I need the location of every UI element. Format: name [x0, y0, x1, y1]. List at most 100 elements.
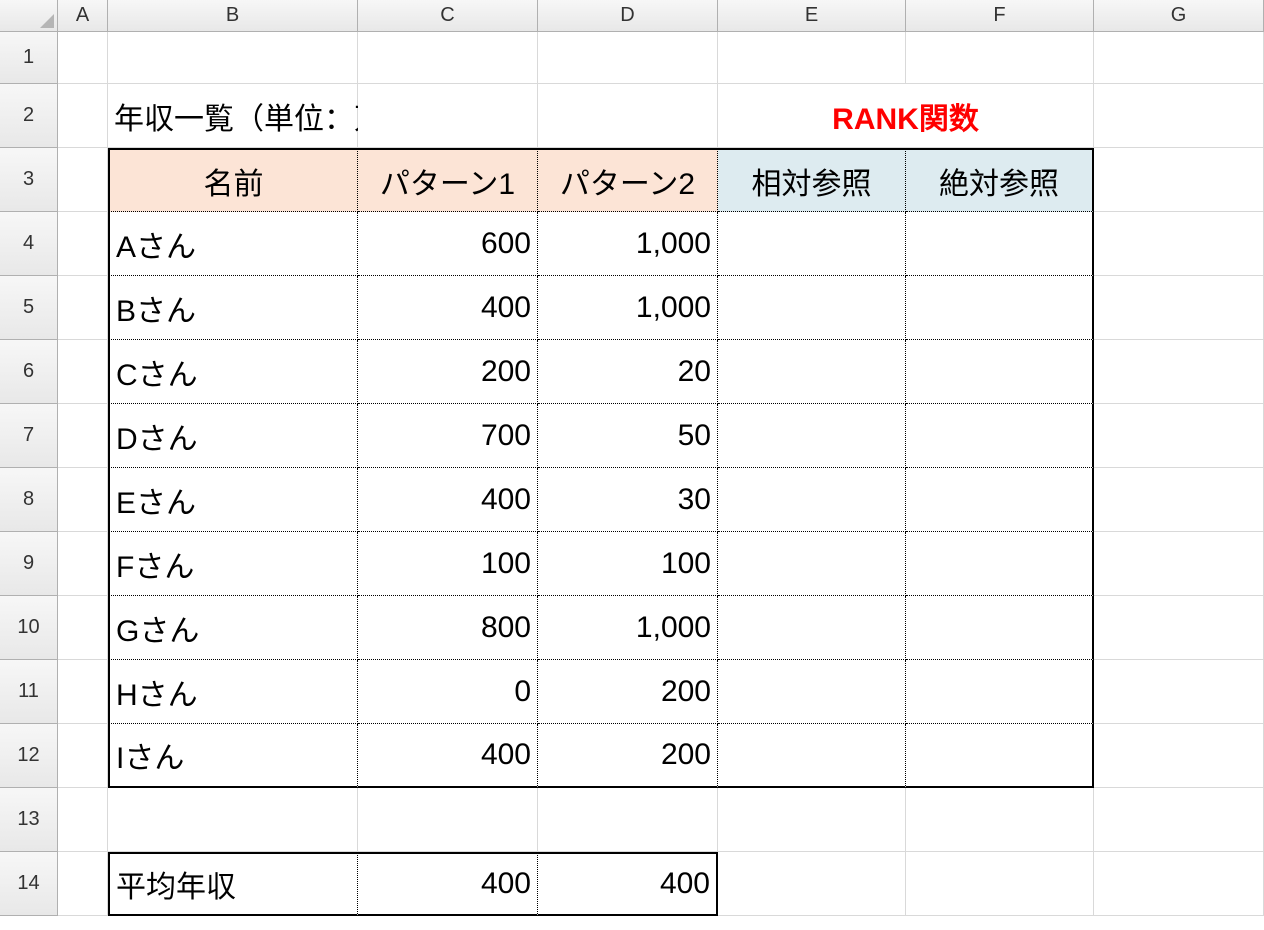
cell-abs-c[interactable]: [906, 340, 1094, 404]
cell-f13[interactable]: [906, 788, 1094, 852]
cell-rel-a[interactable]: [718, 212, 906, 276]
cell-p1-d[interactable]: 700: [358, 404, 538, 468]
row-header-6[interactable]: 6: [0, 340, 58, 404]
cell-g8[interactable]: [1094, 468, 1264, 532]
row-header-3[interactable]: 3: [0, 148, 58, 212]
header-pattern2[interactable]: パターン2: [538, 148, 718, 212]
cell-rel-b[interactable]: [718, 276, 906, 340]
cell-e14[interactable]: [718, 852, 906, 916]
cell-avg-p2[interactable]: 400: [538, 852, 718, 916]
cell-abs-b[interactable]: [906, 276, 1094, 340]
header-absolute-ref[interactable]: 絶対参照: [906, 148, 1094, 212]
cell-income-title[interactable]: 年収一覧（単位：万円）: [108, 84, 358, 148]
cell-g3[interactable]: [1094, 148, 1264, 212]
cell-p1-c[interactable]: 200: [358, 340, 538, 404]
cell-name-i[interactable]: Iさん: [108, 724, 358, 788]
cell-name-f[interactable]: Fさん: [108, 532, 358, 596]
cell-a4[interactable]: [58, 212, 108, 276]
cell-name-e[interactable]: Eさん: [108, 468, 358, 532]
cell-abs-e[interactable]: [906, 468, 1094, 532]
cell-g10[interactable]: [1094, 596, 1264, 660]
cell-avg-label[interactable]: 平均年収: [108, 852, 358, 916]
cell-p2-e[interactable]: 30: [538, 468, 718, 532]
cell-rel-f[interactable]: [718, 532, 906, 596]
cell-name-b[interactable]: Bさん: [108, 276, 358, 340]
cell-name-d[interactable]: Dさん: [108, 404, 358, 468]
header-pattern1[interactable]: パターン1: [358, 148, 538, 212]
row-header-11[interactable]: 11: [0, 660, 58, 724]
row-header-14[interactable]: 14: [0, 852, 58, 916]
cell-g9[interactable]: [1094, 532, 1264, 596]
cell-d1[interactable]: [538, 32, 718, 84]
cell-rel-c[interactable]: [718, 340, 906, 404]
cell-g11[interactable]: [1094, 660, 1264, 724]
col-header-e[interactable]: E: [718, 0, 906, 32]
col-header-g[interactable]: G: [1094, 0, 1264, 32]
cell-rel-g[interactable]: [718, 596, 906, 660]
cell-p2-i[interactable]: 200: [538, 724, 718, 788]
cell-a1[interactable]: [58, 32, 108, 84]
row-header-1[interactable]: 1: [0, 32, 58, 84]
header-name[interactable]: 名前: [108, 148, 358, 212]
cell-abs-i[interactable]: [906, 724, 1094, 788]
col-header-c[interactable]: C: [358, 0, 538, 32]
cell-p2-b[interactable]: 1,000: [538, 276, 718, 340]
cell-p1-e[interactable]: 400: [358, 468, 538, 532]
cell-abs-d[interactable]: [906, 404, 1094, 468]
cell-g4[interactable]: [1094, 212, 1264, 276]
col-header-f[interactable]: F: [906, 0, 1094, 32]
cell-g5[interactable]: [1094, 276, 1264, 340]
cell-d2[interactable]: [538, 84, 718, 148]
row-header-13[interactable]: 13: [0, 788, 58, 852]
cell-a12[interactable]: [58, 724, 108, 788]
cell-a14[interactable]: [58, 852, 108, 916]
cell-a8[interactable]: [58, 468, 108, 532]
row-header-8[interactable]: 8: [0, 468, 58, 532]
cell-g1[interactable]: [1094, 32, 1264, 84]
cell-abs-a[interactable]: [906, 212, 1094, 276]
row-header-2[interactable]: 2: [0, 84, 58, 148]
cell-p2-f[interactable]: 100: [538, 532, 718, 596]
cell-rel-e[interactable]: [718, 468, 906, 532]
cell-avg-p1[interactable]: 400: [358, 852, 538, 916]
cell-g2[interactable]: [1094, 84, 1264, 148]
col-header-a[interactable]: A: [58, 0, 108, 32]
cell-p1-g[interactable]: 800: [358, 596, 538, 660]
cell-p2-d[interactable]: 50: [538, 404, 718, 468]
cell-a9[interactable]: [58, 532, 108, 596]
cell-a7[interactable]: [58, 404, 108, 468]
cell-rank-title[interactable]: RANK関数: [718, 84, 1094, 148]
cell-f14[interactable]: [906, 852, 1094, 916]
cell-name-c[interactable]: Cさん: [108, 340, 358, 404]
cell-abs-g[interactable]: [906, 596, 1094, 660]
row-header-10[interactable]: 10: [0, 596, 58, 660]
cell-rel-i[interactable]: [718, 724, 906, 788]
cell-a13[interactable]: [58, 788, 108, 852]
cell-a5[interactable]: [58, 276, 108, 340]
cell-a2[interactable]: [58, 84, 108, 148]
col-header-d[interactable]: D: [538, 0, 718, 32]
cell-a11[interactable]: [58, 660, 108, 724]
cell-a3[interactable]: [58, 148, 108, 212]
cell-p1-h[interactable]: 0: [358, 660, 538, 724]
row-header-9[interactable]: 9: [0, 532, 58, 596]
cell-abs-f[interactable]: [906, 532, 1094, 596]
cell-g13[interactable]: [1094, 788, 1264, 852]
cell-f1[interactable]: [906, 32, 1094, 84]
cell-e13[interactable]: [718, 788, 906, 852]
row-header-4[interactable]: 4: [0, 212, 58, 276]
cell-p2-h[interactable]: 200: [538, 660, 718, 724]
cell-name-g[interactable]: Gさん: [108, 596, 358, 660]
cell-g14[interactable]: [1094, 852, 1264, 916]
cell-abs-h[interactable]: [906, 660, 1094, 724]
cell-p2-c[interactable]: 20: [538, 340, 718, 404]
cell-b1[interactable]: [108, 32, 358, 84]
cell-c13[interactable]: [358, 788, 538, 852]
cell-c1[interactable]: [358, 32, 538, 84]
row-header-5[interactable]: 5: [0, 276, 58, 340]
row-header-12[interactable]: 12: [0, 724, 58, 788]
cell-p1-i[interactable]: 400: [358, 724, 538, 788]
cell-p1-b[interactable]: 400: [358, 276, 538, 340]
cell-rel-h[interactable]: [718, 660, 906, 724]
cell-a6[interactable]: [58, 340, 108, 404]
